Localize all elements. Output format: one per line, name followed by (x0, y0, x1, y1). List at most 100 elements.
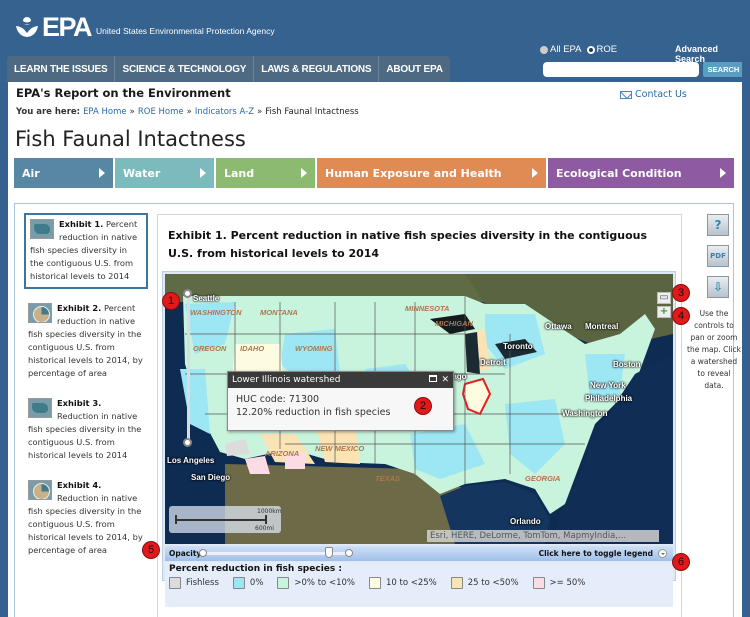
city-washington: Washington (562, 409, 608, 418)
category-ecological-condition[interactable]: Ecological Condition (548, 158, 734, 188)
close-icon[interactable]: ✕ (441, 375, 449, 385)
state-label-oregon: OREGON (193, 344, 227, 353)
arrow-right-icon (720, 168, 726, 178)
main-content: EPA's Report on the Environment Contact … (8, 82, 742, 617)
callout-1: 1 (162, 292, 180, 310)
exhibit-panel: Exhibit 1. Percent reduction in native f… (157, 214, 682, 617)
category-label: Human Exposure and Health (325, 166, 502, 180)
breadcrumb-separator: » (129, 107, 135, 117)
opacity-increase-button[interactable] (345, 549, 354, 557)
maximize-icon[interactable] (429, 375, 438, 382)
exhibit-item-1[interactable]: Exhibit 1. Percent reduction in native f… (24, 213, 148, 289)
nav-about-epa[interactable]: ABOUT EPA (379, 56, 449, 82)
city-san-diego: San Diego (191, 473, 231, 482)
help-icon: ? (714, 218, 722, 232)
state-label-wyoming: WYOMING (295, 344, 333, 353)
callout-3: 3 (672, 284, 690, 302)
exhibit-item-4[interactable]: Exhibit 4. Reduction in native fish spec… (24, 476, 148, 561)
help-button[interactable]: ? (707, 214, 729, 236)
callout-5: 5 (142, 541, 160, 559)
breadcrumb-indicators-a-z[interactable]: Indicators A-Z (195, 107, 254, 117)
state-label-new-mexico: NEW MEXICO (315, 444, 365, 453)
legend-item: 0% (232, 577, 264, 589)
top-navigation: LEARN THE ISSUES SCIENCE & TECHNOLOGY LA… (7, 56, 450, 82)
popup-header: Lower Illinois watershed ✕ (228, 372, 453, 388)
nav-learn-the-issues[interactable]: LEARN THE ISSUES (7, 56, 116, 82)
toggle-legend-label: Click here to toggle legend (538, 549, 653, 558)
opacity-slider[interactable] (199, 547, 354, 558)
city-new-york: New York (590, 381, 626, 390)
city-seattle: Seattle (193, 294, 220, 303)
legend-label: 25 to <50% (467, 578, 519, 588)
breadcrumb-roe-home[interactable]: ROE Home (138, 107, 184, 117)
category-water[interactable]: Water (115, 158, 216, 188)
zoom-in-handle[interactable] (183, 289, 192, 298)
category-label: Ecological Condition (556, 166, 682, 180)
zoom-out-handle[interactable] (183, 438, 192, 447)
scale-bar: 1000km 600mi (169, 506, 282, 533)
page-title: Fish Faunal Intactness (15, 127, 246, 151)
zoom-in-icon[interactable]: + (657, 306, 671, 318)
exhibit-item-3[interactable]: Exhibit 3. Reduction in native fish spec… (24, 394, 148, 466)
callout-2: 2 (414, 397, 432, 415)
legend-swatch (232, 577, 245, 589)
pdf-icon: PDF (710, 252, 726, 260)
category-land[interactable]: Land (216, 158, 317, 188)
state-label-minnesota: MINNESOTA (405, 304, 450, 313)
nav-science-technology[interactable]: SCIENCE & TECHNOLOGY (115, 56, 255, 82)
basemap-toggle-icon[interactable]: ▭ (657, 292, 671, 304)
search-input[interactable] (543, 62, 699, 77)
logo-text: EPA (42, 12, 93, 42)
scope-radio-all-epa[interactable] (540, 45, 548, 54)
opacity-slider-thumb[interactable] (324, 547, 333, 558)
legend-item: Fishless (169, 577, 219, 589)
epa-flower-icon (14, 16, 40, 38)
legend-label: 0% (249, 578, 264, 588)
toggle-legend-button[interactable]: Click here to toggle legend (539, 549, 667, 558)
state-label-georgia: GEORGIA (525, 474, 561, 483)
map-thumbnail-icon (30, 219, 54, 239)
map-container: Seattle Los Angeles San Diego Chicago De… (162, 271, 676, 607)
state-label-michigan: MICHIGAN (435, 319, 473, 328)
legend-label: >0% to <10% (294, 578, 355, 588)
city-orlando: Orlando (510, 517, 541, 526)
advanced-search-link[interactable]: Advanced Search (675, 44, 750, 64)
category-label: Water (123, 166, 161, 180)
state-label-arizona: ARIZONA (265, 449, 300, 458)
map-zoom-slider[interactable] (183, 289, 192, 447)
map-thumbnail-icon (28, 398, 52, 418)
state-label-idaho: IDAHO (240, 344, 265, 353)
scope-radio-roe[interactable] (586, 45, 595, 54)
page-gutter (742, 56, 750, 617)
search-button[interactable]: SEARCH (703, 62, 744, 77)
category-air[interactable]: Air (14, 158, 115, 188)
exhibit-item-2[interactable]: Exhibit 2. Percent reduction in native f… (24, 299, 148, 384)
arrow-right-icon (532, 168, 538, 178)
breadcrumb-epa-home[interactable]: EPA Home (83, 107, 127, 117)
search-scope: All EPA ROE (540, 44, 617, 55)
pdf-button[interactable]: PDF (707, 245, 729, 267)
scope-label-all-epa: All EPA (550, 44, 582, 55)
legend-swatch (368, 577, 381, 589)
opacity-bar: Opacity Click here to toggle legend (165, 546, 673, 561)
download-arrow-icon: ⇩ (712, 280, 724, 294)
download-button[interactable]: ⇩ (707, 276, 729, 298)
pie-thumbnail-icon (28, 480, 52, 500)
opacity-decrease-button[interactable] (199, 549, 208, 557)
category-label: Land (224, 166, 255, 180)
contact-us-link[interactable]: Contact Us (620, 89, 687, 100)
category-human-exposure-health[interactable]: Human Exposure and Health (317, 158, 548, 188)
breadcrumb-current: Fish Faunal Intactness (265, 107, 359, 117)
callout-4: 4 (672, 307, 690, 325)
map-legend: Percent reduction in fish species : Fish… (165, 562, 673, 607)
epa-logo[interactable]: EPA United States Environmental Protecti… (14, 12, 275, 42)
map-usage-hint: Use the controls to pan or zoom the map.… (687, 309, 741, 390)
arrow-right-icon (99, 168, 105, 178)
legend-label: 10 to <25% (385, 578, 437, 588)
popup-title: Lower Illinois watershed (232, 375, 341, 385)
legend-label: Fishless (186, 578, 219, 588)
legend-title: Percent reduction in fish species : (169, 564, 342, 574)
side-tools: ? PDF ⇩ (703, 214, 733, 307)
nav-laws-regulations[interactable]: LAWS & REGULATIONS (254, 56, 380, 82)
state-label-texas: TEXAS (375, 474, 401, 483)
